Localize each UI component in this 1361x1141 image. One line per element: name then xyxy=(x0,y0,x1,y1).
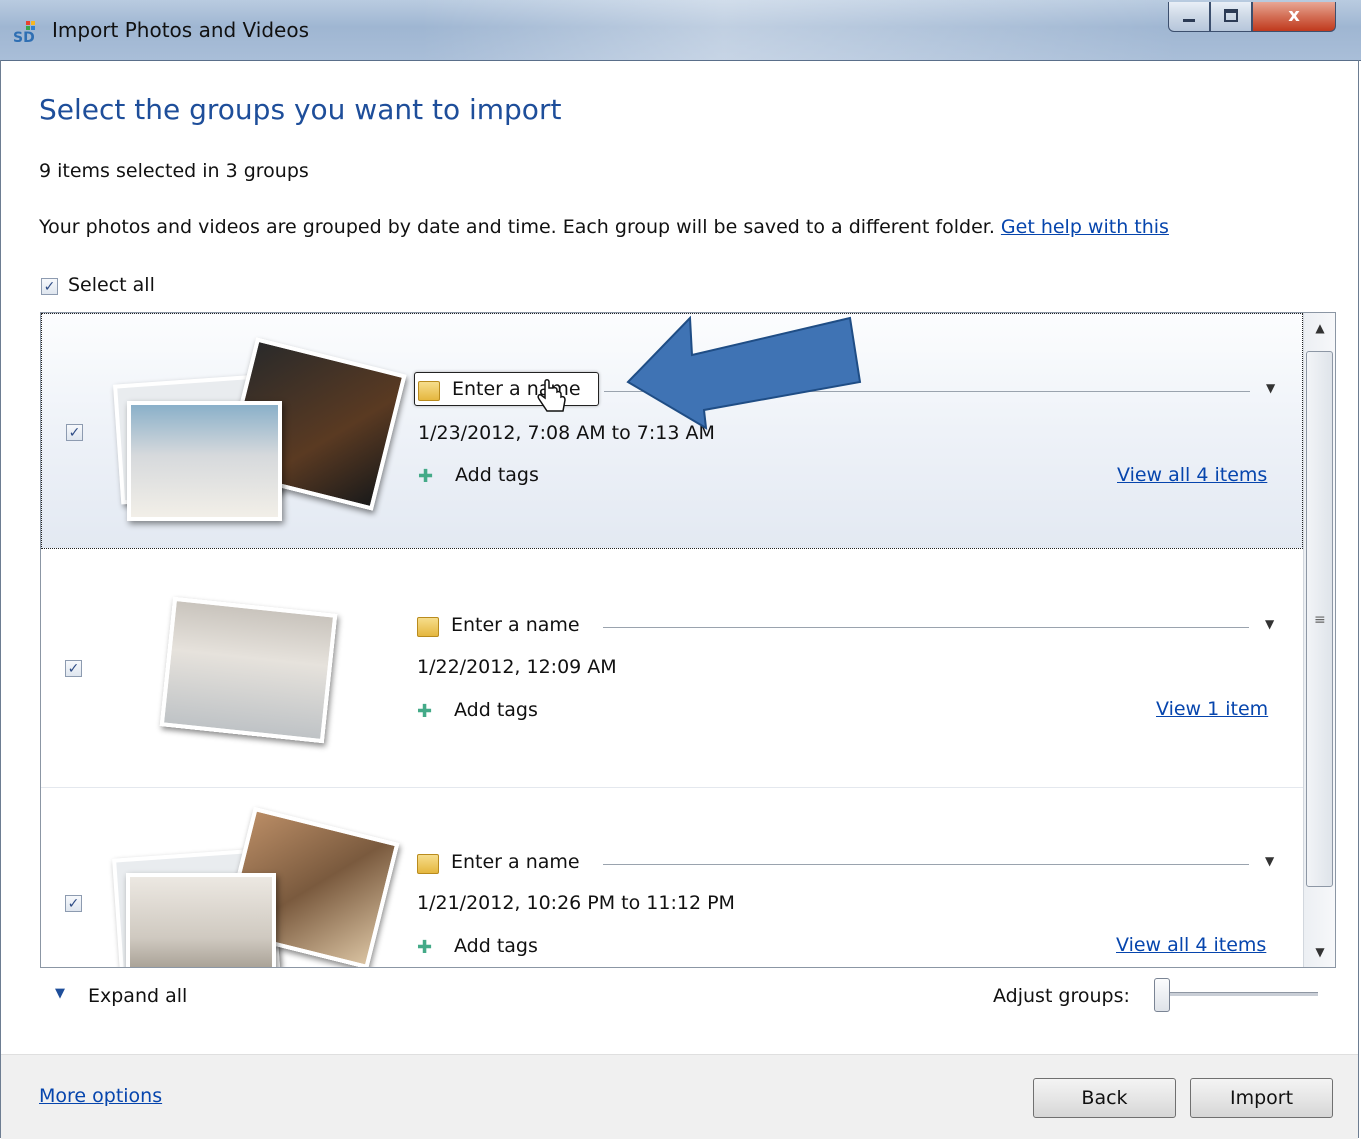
svg-text:SD: SD xyxy=(13,30,35,44)
view-items-link[interactable]: View all 4 items xyxy=(1117,464,1267,486)
scroll-down-icon[interactable]: ▼ xyxy=(1304,937,1335,967)
chevron-down-icon[interactable]: ▼ xyxy=(55,986,65,1001)
help-link[interactable]: Get help with this xyxy=(1001,216,1169,238)
add-tag-icon: ✚ xyxy=(417,701,433,722)
add-tag-icon: ✚ xyxy=(418,466,434,487)
group-date: 1/22/2012, 12:09 AM xyxy=(417,656,617,678)
maximize-icon xyxy=(1224,9,1238,22)
name-underline xyxy=(603,627,1249,628)
view-items-link[interactable]: View 1 item xyxy=(1156,698,1268,720)
group-date: 1/21/2012, 10:26 PM to 11:12 PM xyxy=(417,892,735,914)
add-tags-label[interactable]: Add tags xyxy=(455,464,539,486)
window-title: Import Photos and Videos xyxy=(52,18,310,42)
group-name-input[interactable]: Enter a name xyxy=(451,851,580,873)
sd-card-icon: SD xyxy=(13,21,35,44)
view-items-link[interactable]: View all 4 items xyxy=(1116,934,1266,956)
add-tags-label[interactable]: Add tags xyxy=(454,699,538,721)
close-button[interactable]: x xyxy=(1252,2,1336,32)
description-body: Your photos and videos are grouped by da… xyxy=(39,216,995,238)
description-text: Your photos and videos are grouped by da… xyxy=(39,216,1169,238)
back-button[interactable]: Back xyxy=(1033,1078,1176,1118)
adjust-groups-slider-track[interactable] xyxy=(1160,992,1318,996)
vertical-scrollbar[interactable]: ▲ ≡ ▼ xyxy=(1303,313,1335,967)
folder-icon xyxy=(417,617,439,637)
folder-icon xyxy=(418,381,440,401)
folder-icon xyxy=(417,854,439,874)
annotation-arrow-icon xyxy=(626,315,862,430)
add-tag-icon: ✚ xyxy=(417,937,433,958)
group-thumbnail xyxy=(97,337,407,539)
group-checkbox[interactable]: ✓ xyxy=(65,895,82,912)
group-name-row: Enter a name ▼ xyxy=(417,849,1274,879)
import-button[interactable]: Import xyxy=(1190,1078,1333,1118)
hand-cursor-icon xyxy=(537,379,566,412)
chevron-down-icon[interactable]: ▼ xyxy=(1266,381,1275,395)
group-name-row: Enter a name ▼ xyxy=(417,612,1274,642)
maximize-button[interactable] xyxy=(1210,2,1252,32)
scroll-up-icon[interactable]: ▲ xyxy=(1304,313,1335,343)
select-all-label[interactable]: Select all xyxy=(68,274,155,296)
select-all-checkbox[interactable]: ✓ xyxy=(41,278,58,295)
close-icon: x xyxy=(1288,5,1300,26)
group-thumbnail xyxy=(156,595,346,745)
page-title: Select the groups you want to import xyxy=(39,93,562,126)
selection-summary: 9 items selected in 3 groups xyxy=(39,160,309,182)
adjust-groups-slider-thumb[interactable] xyxy=(1154,978,1170,1012)
name-underline xyxy=(603,864,1249,865)
chevron-down-icon[interactable]: ▼ xyxy=(1265,854,1274,868)
group-checkbox[interactable]: ✓ xyxy=(66,424,83,441)
grip-icon: ≡ xyxy=(1314,612,1326,628)
group-item[interactable]: ✓ Enter a name ▼ 1/21/2012, 10:26 PM to … xyxy=(41,788,1303,967)
add-tags-label[interactable]: Add tags xyxy=(454,935,538,957)
group-checkbox[interactable]: ✓ xyxy=(65,660,82,677)
scrollbar-thumb[interactable]: ≡ xyxy=(1306,351,1333,887)
adjust-groups-label: Adjust groups: xyxy=(993,985,1130,1007)
more-options-link[interactable]: More options xyxy=(39,1085,162,1107)
minimize-icon xyxy=(1183,19,1195,22)
group-item[interactable]: ✓ Enter a name ▼ 1/22/2012, 12:09 AM ✚ A… xyxy=(41,550,1303,788)
group-name-input[interactable]: Enter a name xyxy=(451,614,580,636)
group-thumbnail xyxy=(96,806,400,967)
minimize-button[interactable] xyxy=(1168,2,1210,32)
expand-all-link[interactable]: Expand all xyxy=(88,985,187,1007)
chevron-down-icon[interactable]: ▼ xyxy=(1265,617,1274,631)
